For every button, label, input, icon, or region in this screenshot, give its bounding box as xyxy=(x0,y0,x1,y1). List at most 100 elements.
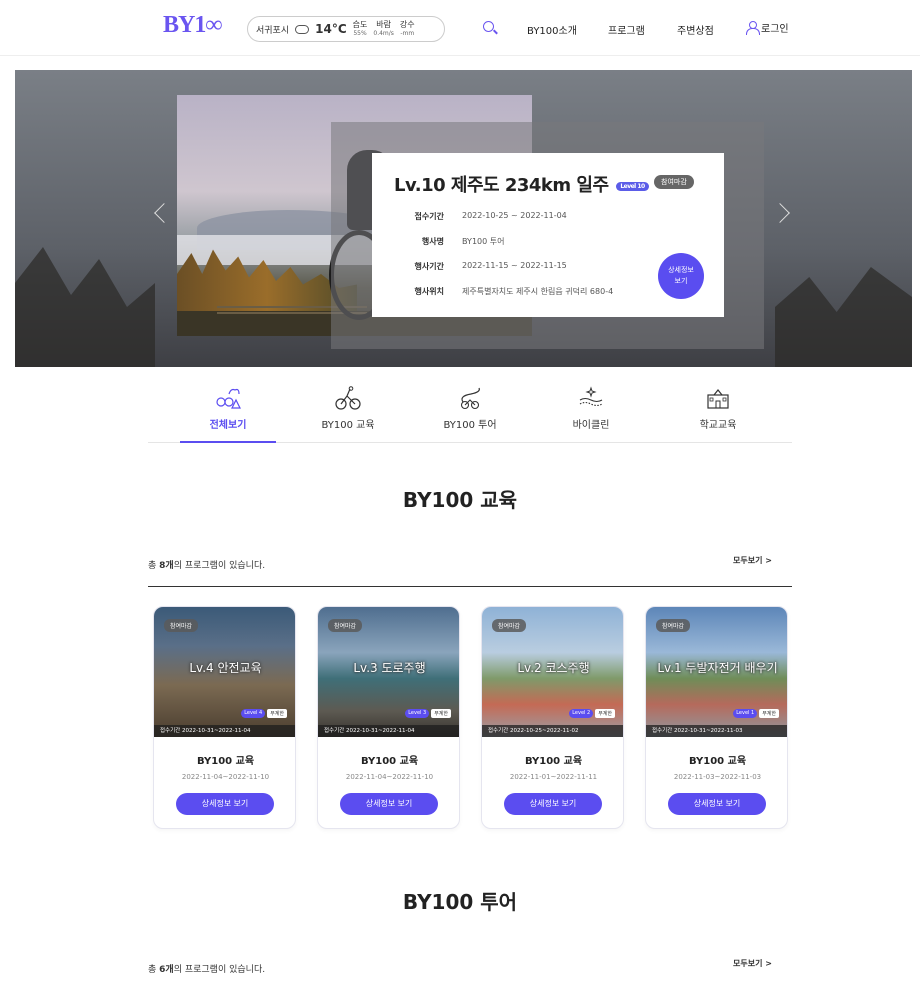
bicycle-rider-icon xyxy=(335,386,361,410)
login-link[interactable]: 로그인 xyxy=(746,20,789,35)
card-status-badge: 참여마감 xyxy=(492,619,527,632)
section-count-tour: 총 6개의 프로그램이 있습니다. xyxy=(148,962,265,975)
weather-temp: 14°C xyxy=(315,22,347,36)
view-all-link-education[interactable]: 모두보기 > xyxy=(733,555,772,566)
card-detail-button[interactable]: 상세정보 보기 xyxy=(504,793,602,815)
hero-row-event-period: 행사기간 2022-11-15 ~ 2022-11-15 xyxy=(398,261,567,272)
program-card[interactable]: 참여마감 Lv.4 안전교육 Level 4 무계한 접수기간 2022-10-… xyxy=(153,606,296,829)
tab-school-label: 학교교육 xyxy=(699,420,737,431)
row-label: 행사위치 xyxy=(414,287,444,296)
humidity-value: 55% xyxy=(353,30,367,37)
card-event-period: 2022-11-04~2022-11-10 xyxy=(345,773,434,781)
weather-widget: 서귀포시 14°C 습도 55% 바람 0.4m/s 강수 -mm xyxy=(247,16,445,42)
site-logo[interactable]: BY1∞ xyxy=(163,12,222,39)
card-event-period: 2022-11-04~2022-11-10 xyxy=(181,773,270,781)
card-image-title: Lv.4 안전교육 xyxy=(189,661,262,675)
card-capacity-badge: 무계한 xyxy=(595,709,615,718)
tab-tour-label: BY100 투어 xyxy=(443,420,497,431)
row-value: BY100 투어 xyxy=(462,237,505,246)
card-status-badge: 참여마감 xyxy=(164,619,199,632)
tab-school[interactable]: 학교교육 xyxy=(678,386,758,431)
section-count-education: 총 8개의 프로그램이 있습니다. xyxy=(148,558,265,571)
card-registration-period: 접수기간 2022-10-31~2022-11-03 xyxy=(646,725,787,737)
program-card[interactable]: 참여마감 Lv.2 코스주행 Level 2 무계한 접수기간 2022-10-… xyxy=(481,606,624,829)
card-status-badge: 참여마감 xyxy=(656,619,691,632)
row-value: 2022-11-15 ~ 2022-11-15 xyxy=(462,261,567,270)
card-tags: Level 3 무계한 xyxy=(405,709,451,718)
hero-detail-button[interactable]: 상세정보 보기 xyxy=(658,253,704,299)
nav-nearby-shops[interactable]: 주변상점 xyxy=(677,22,714,37)
card-tags: Level 2 무계한 xyxy=(569,709,615,718)
count-number: 8개 xyxy=(159,561,174,571)
humidity-label: 습도 xyxy=(352,20,368,29)
card-detail-button[interactable]: 상세정보 보기 xyxy=(340,793,438,815)
card-image-title: Lv.3 도로주행 xyxy=(353,661,426,675)
card-image-title: Lv.2 코스주행 xyxy=(517,661,590,675)
hero-next-arrow-icon[interactable] xyxy=(770,203,790,223)
category-tabs: 전체보기 BY100 교육 BY100 투어 바이클린 학교교육 xyxy=(148,380,792,443)
tab-education[interactable]: BY100 교육 xyxy=(308,386,388,431)
card-registration-period: 접수기간 2022-10-31~2022-11-04 xyxy=(318,725,459,737)
weather-rain: 강수 -mm xyxy=(400,20,415,38)
program-card[interactable]: 참여마감 Lv.3 도로주행 Level 3 무계한 접수기간 2022-10-… xyxy=(317,606,460,829)
count-prefix: 총 xyxy=(148,965,160,975)
weather-humidity: 습도 55% xyxy=(353,20,368,38)
row-value: 제주특별자치도 제주시 한림읍 귀덕리 680-4 xyxy=(462,287,614,296)
card-capacity-badge: 무계한 xyxy=(267,709,287,718)
cloud-icon xyxy=(295,24,310,34)
section-title-education: BY100 교육 xyxy=(402,488,518,512)
card-capacity-badge: 무계한 xyxy=(431,709,451,718)
hero-title-text: Lv.10 제주도 234km 일주 xyxy=(394,175,609,196)
user-icon xyxy=(746,21,760,35)
hero-event-card: Lv.10 제주도 234km 일주 Level 10 참여마감 접수기간 20… xyxy=(372,153,724,317)
rain-label: 강수 xyxy=(399,20,415,29)
rain-value: -mm xyxy=(400,30,415,37)
login-label: 로그인 xyxy=(761,24,789,35)
nav-about[interactable]: BY100소개 xyxy=(527,22,577,37)
hero-bg-trees-right xyxy=(775,267,912,367)
view-all-link-tour[interactable]: 모두보기 > xyxy=(733,958,772,969)
hero-prev-arrow-icon[interactable] xyxy=(154,203,174,223)
card-level-badge: Level 4 xyxy=(241,709,266,718)
active-tab-indicator xyxy=(180,441,276,443)
card-detail-button[interactable]: 상세정보 보기 xyxy=(668,793,766,815)
card-level-badge: Level 2 xyxy=(569,709,594,718)
card-level-badge: Level 1 xyxy=(733,709,758,718)
card-name: BY100 교육 xyxy=(360,756,419,767)
row-value: 2022-10-25 ~ 2022-11-04 xyxy=(462,211,567,220)
tab-education-label: BY100 교육 xyxy=(321,420,375,431)
card-detail-button[interactable]: 상세정보 보기 xyxy=(176,793,274,815)
weather-city: 서귀포시 xyxy=(256,25,290,36)
hero-status-badge: 참여마감 xyxy=(654,175,694,189)
hero-row-location: 행사위치 제주특별자치도 제주시 한림읍 귀덕리 680-4 xyxy=(398,286,614,297)
nav-program[interactable]: 프로그램 xyxy=(608,22,645,37)
row-label: 행사기간 xyxy=(414,262,444,271)
card-registration-period: 접수기간 2022-10-31~2022-11-04 xyxy=(154,725,295,737)
hero-level-badge: Level 10 xyxy=(616,181,649,191)
tab-all-label: 전체보기 xyxy=(209,420,247,431)
search-icon[interactable] xyxy=(483,21,494,32)
site-header: BY1∞ 서귀포시 14°C 습도 55% 바람 0.4m/s 강수 -mm B… xyxy=(0,0,920,56)
tab-byclean[interactable]: 바이클린 xyxy=(551,386,631,431)
card-event-period: 2022-11-01~2022-11-11 xyxy=(509,773,598,781)
program-card[interactable]: 참여마감 Lv.1 두발자전거 배우기 Level 1 무계한 접수기간 202… xyxy=(645,606,788,829)
clean-sparkle-icon xyxy=(579,386,603,407)
hero-event-title: Lv.10 제주도 234km 일주 Level 10 xyxy=(394,171,649,197)
weather-wind: 바람 0.4m/s xyxy=(373,20,394,38)
count-number: 6개 xyxy=(159,965,174,975)
tab-tour[interactable]: BY100 투어 xyxy=(430,386,510,431)
section-divider xyxy=(148,586,792,587)
row-label: 행사명 xyxy=(421,237,444,246)
tab-all[interactable]: 전체보기 xyxy=(188,386,268,431)
card-image-title: Lv.1 두발자전거 배우기 xyxy=(657,661,778,675)
school-building-icon xyxy=(707,389,729,409)
count-suffix: 의 프로그램이 있습니다. xyxy=(173,561,266,571)
card-level-badge: Level 3 xyxy=(405,709,430,718)
card-event-period: 2022-11-03~2022-11-03 xyxy=(673,773,762,781)
section-title-tour: BY100 투어 xyxy=(402,890,518,914)
hero-detail-label: 상세정보 보기 xyxy=(668,266,694,285)
hero-row-event-name: 행사명 BY100 투어 xyxy=(398,236,505,247)
hero-banner: Lv.10 제주도 234km 일주 Level 10 참여마감 접수기간 20… xyxy=(15,70,912,367)
wind-label: 바람 xyxy=(376,20,392,29)
hero-bg-trees-left xyxy=(15,247,155,367)
